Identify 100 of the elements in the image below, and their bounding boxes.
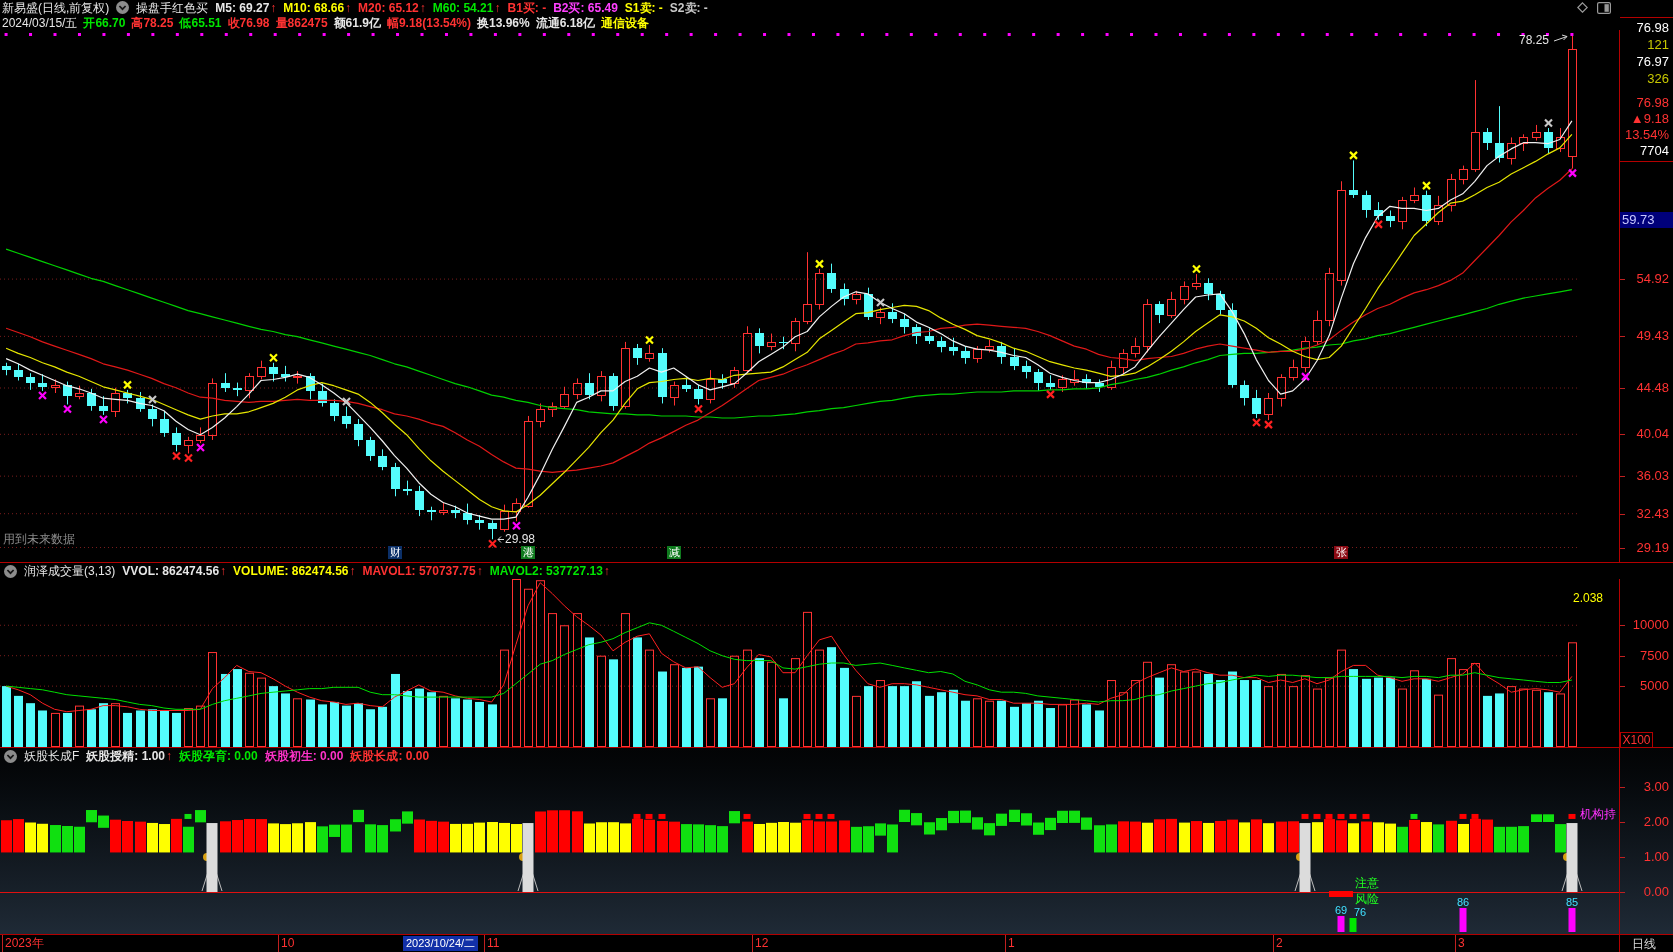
candlestick — [585, 372, 594, 400]
stock-title: 新易盛(日线,前复权) — [2, 1, 110, 14]
quote-field: 流通6.18亿 — [535, 16, 596, 29]
cross-marker-icon — [645, 335, 654, 345]
candlestick — [1483, 127, 1492, 151]
candlestick — [391, 462, 400, 497]
period-label[interactable]: 日线 — [1632, 937, 1656, 950]
cross-marker-icon — [63, 404, 72, 414]
quote-value: 76.98 — [1635, 19, 1670, 36]
candlestick — [827, 263, 836, 294]
quote-field: 高78.25 — [131, 16, 174, 29]
cross-marker-icon — [1046, 390, 1055, 399]
ratio-value-label: 2.038 — [1573, 591, 1604, 605]
indicator-value: S2卖: - — [669, 1, 708, 14]
price-axis-label: 36.03 — [1636, 468, 1669, 485]
cross-marker-icon — [196, 443, 205, 452]
price-axis-label: 49.43 — [1636, 328, 1669, 345]
volume-axis-label: 10000 — [1632, 617, 1669, 634]
volume-axis-label: 5000 — [1640, 678, 1669, 695]
candlestick — [378, 448, 387, 471]
candlestick — [900, 313, 909, 335]
candlestick — [160, 410, 169, 438]
risk-bar — [1329, 891, 1353, 897]
chevron-down-icon[interactable] — [116, 1, 130, 14]
quote-field: 通信设备 — [601, 16, 650, 29]
chevron-down-icon[interactable] — [4, 564, 17, 578]
candlestick — [342, 406, 351, 429]
diamond-icon[interactable] — [1577, 2, 1588, 13]
indicator-panel-value: 妖股授精: 1.00↑ — [86, 750, 173, 762]
event-tag: 减 — [667, 546, 681, 559]
future-data-note: 用到未来数据 — [3, 532, 75, 546]
candlestick — [1010, 347, 1019, 371]
pillar-marker — [1294, 823, 1316, 892]
quote-value: 326 — [1646, 70, 1670, 87]
date-axis-label: 2023年 — [2, 935, 44, 952]
date-axis-label: 12 — [752, 935, 769, 952]
event-tag: 财 — [388, 546, 402, 559]
cross-marker-icon — [1568, 168, 1577, 178]
cross-marker-icon — [815, 259, 824, 269]
indicator-value: M10: 68.66↑ — [283, 1, 352, 14]
indicator-title: 妖股长成F — [24, 750, 80, 762]
candlestick — [1155, 300, 1164, 324]
cursor-price-label: 59.73 — [1620, 212, 1673, 228]
candlestick — [330, 398, 339, 422]
volume-value: VVOL: 862474.56↑ — [122, 565, 227, 577]
candlestick — [221, 372, 230, 393]
indicator-value: B1买: - — [507, 1, 547, 14]
candlestick — [366, 436, 375, 462]
high-price-label: 78.25 — [1519, 33, 1550, 47]
quote-field: 量862475 — [275, 16, 328, 29]
volume-value: MAVOL1: 570737.75↑ — [362, 565, 483, 577]
event-tag: 张 — [1334, 546, 1348, 559]
date-axis-label: 2 — [1273, 935, 1283, 952]
cross-marker-icon — [269, 353, 278, 363]
cross-marker-icon — [172, 451, 181, 461]
candlestick — [1204, 277, 1213, 301]
pillar-marker — [517, 823, 539, 892]
candlestick — [1216, 290, 1225, 316]
cross-marker-icon — [1349, 151, 1358, 160]
event-tag: 港 — [521, 546, 535, 559]
cross-marker-icon — [1264, 420, 1273, 429]
panel-layout-icon[interactable] — [1597, 1, 1611, 14]
quote-field: 开66.70 — [83, 16, 126, 29]
unit-label: X100 — [1620, 732, 1653, 747]
cross-marker-icon — [1422, 181, 1431, 190]
candlestick — [1034, 368, 1043, 392]
low-price-label: 29.98 — [505, 532, 536, 546]
quote-value: 76.98 — [1635, 95, 1670, 111]
indicator-value: B2买: 65.49 — [553, 1, 618, 14]
candlestick — [172, 426, 181, 452]
cross-marker-icon — [342, 397, 351, 406]
cross-marker-icon — [148, 395, 157, 404]
candlestick — [463, 503, 472, 525]
pillar-marker — [201, 823, 223, 892]
leader-arrow — [1553, 34, 1568, 42]
indicator-value: M60: 54.21↑ — [432, 1, 501, 14]
cross-marker-icon — [1192, 264, 1201, 274]
institution-label: 机构持 — [1580, 807, 1616, 821]
cross-marker-icon — [38, 391, 47, 400]
pillar-marker — [1561, 823, 1583, 892]
volume-axis-label: 7500 — [1640, 647, 1669, 664]
price-axis-label: 54.92 — [1636, 271, 1669, 288]
volume-indicator-title: 润泽成交量(3,13) — [24, 565, 116, 577]
count-label: 85 — [1566, 896, 1579, 908]
quote-value: 121 — [1646, 36, 1670, 53]
chevron-down-icon[interactable] — [4, 749, 17, 763]
indicator-value: S1卖: - — [624, 1, 663, 14]
indicator-axis-label: 1.00 — [1643, 849, 1669, 865]
cursor-date-label: 2023/10/24/二 — [403, 936, 479, 951]
price-axis-label: 44.48 — [1636, 380, 1669, 396]
cross-marker-icon — [123, 380, 132, 390]
cross-marker-icon — [1252, 418, 1261, 427]
candlestick — [1544, 127, 1553, 154]
leader-arrow — [497, 536, 505, 543]
candlestick — [755, 327, 764, 354]
candlestick — [1349, 159, 1358, 199]
candlestick — [633, 343, 642, 366]
date-axis-label: 11 — [484, 935, 500, 952]
quote-field: 幅9.18(13.54%) — [386, 16, 471, 29]
quote-date: 2024/03/15/五 — [2, 16, 78, 29]
